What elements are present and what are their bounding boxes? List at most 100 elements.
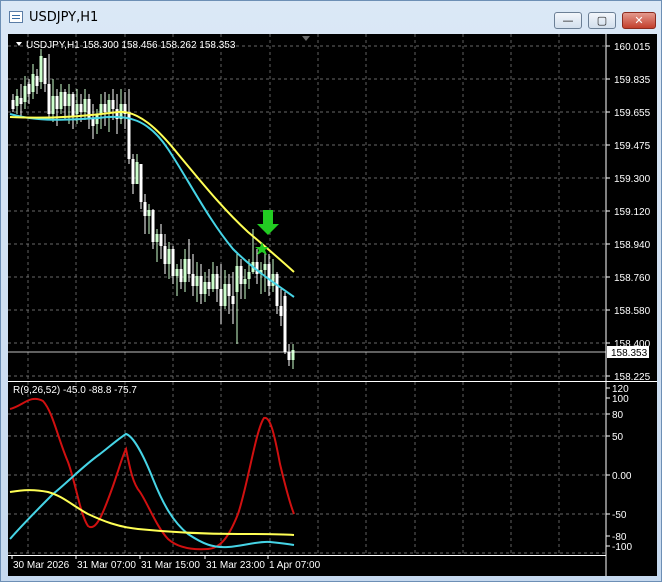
candle-body — [283, 296, 287, 352]
price-tick-label: 160.015 — [614, 42, 651, 53]
indicator-tick-label: -50 — [612, 510, 627, 521]
candle-body — [51, 96, 55, 114]
candle-body — [31, 74, 35, 92]
candle-body — [27, 84, 31, 94]
candle-body — [223, 284, 227, 306]
candle-body — [175, 269, 179, 276]
current-price-label: 158.353 — [611, 348, 648, 359]
candle-body — [267, 264, 271, 286]
candle-body — [155, 234, 159, 242]
time-tick-label: 1 Apr 07:00 — [269, 560, 321, 571]
candle-body — [179, 269, 183, 282]
candle-body — [63, 92, 67, 106]
candle-body — [43, 58, 47, 84]
candle-body — [187, 259, 191, 274]
fast-ma-line — [9, 113, 295, 298]
candle-body — [107, 100, 111, 112]
candle-body — [271, 274, 275, 286]
candlesticks — [11, 49, 295, 369]
candle-body — [19, 98, 23, 104]
candle-body — [263, 264, 267, 270]
time-axis[interactable]: 30 Mar 2026 31 Mar 07:00 31 Mar 15:00 31 Ma… — [11, 555, 321, 571]
time-tick-label: 31 Mar 07:00 — [77, 560, 136, 571]
indicator-label: R(9,26,52) -45.0 -88.8 -75.7 — [13, 385, 137, 396]
candle-body — [183, 259, 187, 282]
price-tick-label: 158.225 — [614, 372, 651, 383]
candle-body — [151, 210, 155, 242]
candle-body — [211, 274, 215, 289]
indicator-tick-label: 80 — [612, 410, 624, 421]
candle-body — [67, 94, 71, 106]
candle-body — [91, 119, 95, 126]
candle-body — [199, 276, 203, 294]
candle-body — [47, 84, 51, 114]
candle-body — [215, 274, 219, 289]
window-title: USDJPY,H1 — [29, 10, 99, 25]
candle-body — [191, 274, 195, 286]
indicator-tick-label: 0.00 — [612, 471, 632, 482]
price-tick-label: 158.580 — [614, 306, 651, 317]
candle-body — [99, 104, 103, 114]
maximize-button[interactable]: ▢ — [588, 12, 616, 29]
arrow-down-icon — [257, 210, 279, 235]
price-axis[interactable]: 160.015 159.835 159.655 159.475 159.300 159.1… — [606, 42, 651, 383]
candle-body — [275, 274, 279, 306]
candle-body — [131, 159, 135, 184]
candle-body — [195, 276, 199, 286]
candle-body — [291, 350, 295, 360]
symbol-menu-icon[interactable] — [16, 42, 22, 46]
candle-body — [247, 272, 251, 279]
shift-marker-icon[interactable] — [302, 36, 310, 41]
candle-body — [147, 210, 151, 216]
indicator-tick-label: -100 — [612, 542, 632, 553]
candle-body — [75, 104, 79, 114]
indicator-axis: 12010080500.00-50-80-100 — [606, 384, 632, 553]
candle-body — [143, 202, 147, 216]
candle-body — [79, 104, 83, 112]
candle-body — [71, 94, 75, 116]
candle-body — [39, 56, 43, 82]
candle-body — [171, 249, 175, 276]
candle-body — [55, 96, 59, 109]
grid-lines — [8, 34, 606, 555]
close-button[interactable]: ✕ — [622, 12, 656, 29]
chart-area[interactable]: USDJPY,H1 158.300 158.456 158.262 158.35… — [8, 34, 657, 576]
price-tick-label: 158.940 — [614, 240, 651, 251]
indicator-tick-label: 100 — [612, 394, 629, 405]
candle-body — [59, 92, 63, 109]
candle-body — [139, 164, 143, 202]
candle-body — [231, 296, 235, 304]
price-tick-label: 159.300 — [614, 174, 651, 185]
chart-window: USDJPY,H1 — ▢ ✕ USDJPY,H1 158.300 158.45… — [0, 0, 662, 582]
moving-averages — [9, 110, 295, 298]
time-tick-label: 31 Mar 23:00 — [206, 560, 265, 571]
candle-body — [227, 284, 231, 296]
time-tick-label: 30 Mar 2026 — [13, 560, 70, 571]
candle-body — [235, 266, 239, 292]
candle-body — [243, 279, 247, 284]
candle-body — [15, 96, 19, 106]
time-tick-label: 31 Mar 15:00 — [141, 560, 200, 571]
candle-body — [83, 99, 87, 112]
price-tick-label: 158.760 — [614, 273, 651, 284]
candle-body — [103, 104, 107, 112]
indicator-tick-label: 50 — [612, 432, 624, 443]
price-tick-label: 159.475 — [614, 141, 651, 152]
candle-body — [203, 282, 207, 294]
candle-body — [287, 352, 291, 360]
candle-body — [11, 100, 15, 109]
candle-body — [167, 249, 171, 264]
price-tick-label: 159.120 — [614, 207, 651, 218]
minimize-button[interactable]: — — [554, 12, 582, 29]
slow-ma-line — [9, 110, 295, 273]
title-bar[interactable]: USDJPY,H1 — ▢ ✕ — [1, 1, 661, 33]
price-tick-label: 159.655 — [614, 108, 651, 119]
candle-body — [163, 246, 167, 264]
chart-window-icon — [9, 11, 23, 23]
candle-body — [219, 289, 223, 306]
candle-body — [279, 306, 283, 316]
candle-body — [239, 266, 243, 284]
candle-body — [111, 100, 115, 109]
candle-body — [207, 282, 211, 289]
candle-body — [159, 234, 163, 246]
